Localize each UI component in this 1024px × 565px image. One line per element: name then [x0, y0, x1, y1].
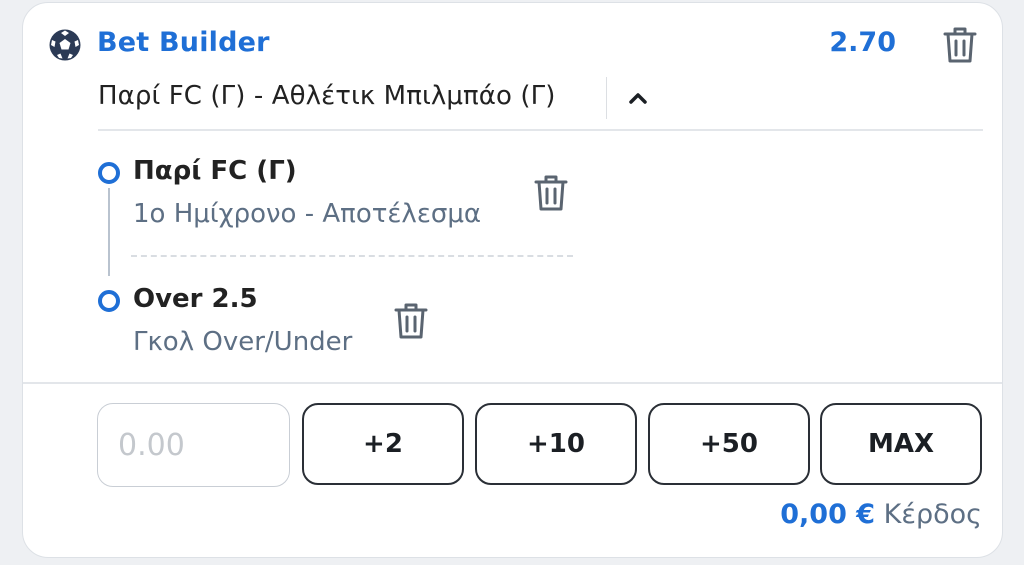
- trash-icon[interactable]: [393, 301, 429, 341]
- quick-stake-button[interactable]: +10: [475, 403, 637, 485]
- selection-title: Παρί FC (Γ): [133, 156, 297, 186]
- selection-separator: [131, 255, 573, 257]
- bet-header: Bet Builder 2.70: [23, 23, 1002, 67]
- winnings-amount: 0,00 €: [780, 499, 876, 530]
- divider: [23, 382, 1002, 384]
- bet-builder-title: Bet Builder: [97, 27, 270, 58]
- stake-input[interactable]: [97, 403, 290, 487]
- winnings-label: Κέρδος: [883, 499, 982, 530]
- soccer-ball-icon: [49, 29, 81, 61]
- selection-dot-icon: [98, 162, 120, 184]
- potential-winnings: 0,00 € Κέρδος: [780, 499, 982, 530]
- bet-builder-card: Bet Builder 2.70 Παρί FC (Γ) - Αθλέτικ Μ…: [22, 2, 1003, 558]
- divider: [98, 129, 983, 131]
- selection-connector-line: [108, 188, 110, 276]
- trash-icon[interactable]: [533, 173, 569, 213]
- total-odds: 2.70: [829, 27, 896, 58]
- match-row: Παρί FC (Γ) - Αθλέτικ Μπιλμπάο (Γ): [98, 77, 983, 121]
- quick-stake-button[interactable]: +2: [302, 403, 464, 485]
- selection-dot-icon: [98, 290, 120, 312]
- max-stake-button[interactable]: MAX: [820, 403, 982, 485]
- selection-title: Over 2.5: [133, 284, 258, 314]
- quick-stake-button[interactable]: +50: [648, 403, 810, 485]
- divider: [606, 77, 607, 119]
- chevron-up-icon[interactable]: [623, 83, 653, 113]
- trash-icon[interactable]: [942, 25, 978, 65]
- match-name: Παρί FC (Γ) - Αθλέτικ Μπιλμπάο (Γ): [98, 81, 556, 111]
- selection-market: Γκολ Over/Under: [133, 327, 353, 357]
- selection-market: 1ο Ημίχρονο - Αποτέλεσμα: [133, 199, 482, 229]
